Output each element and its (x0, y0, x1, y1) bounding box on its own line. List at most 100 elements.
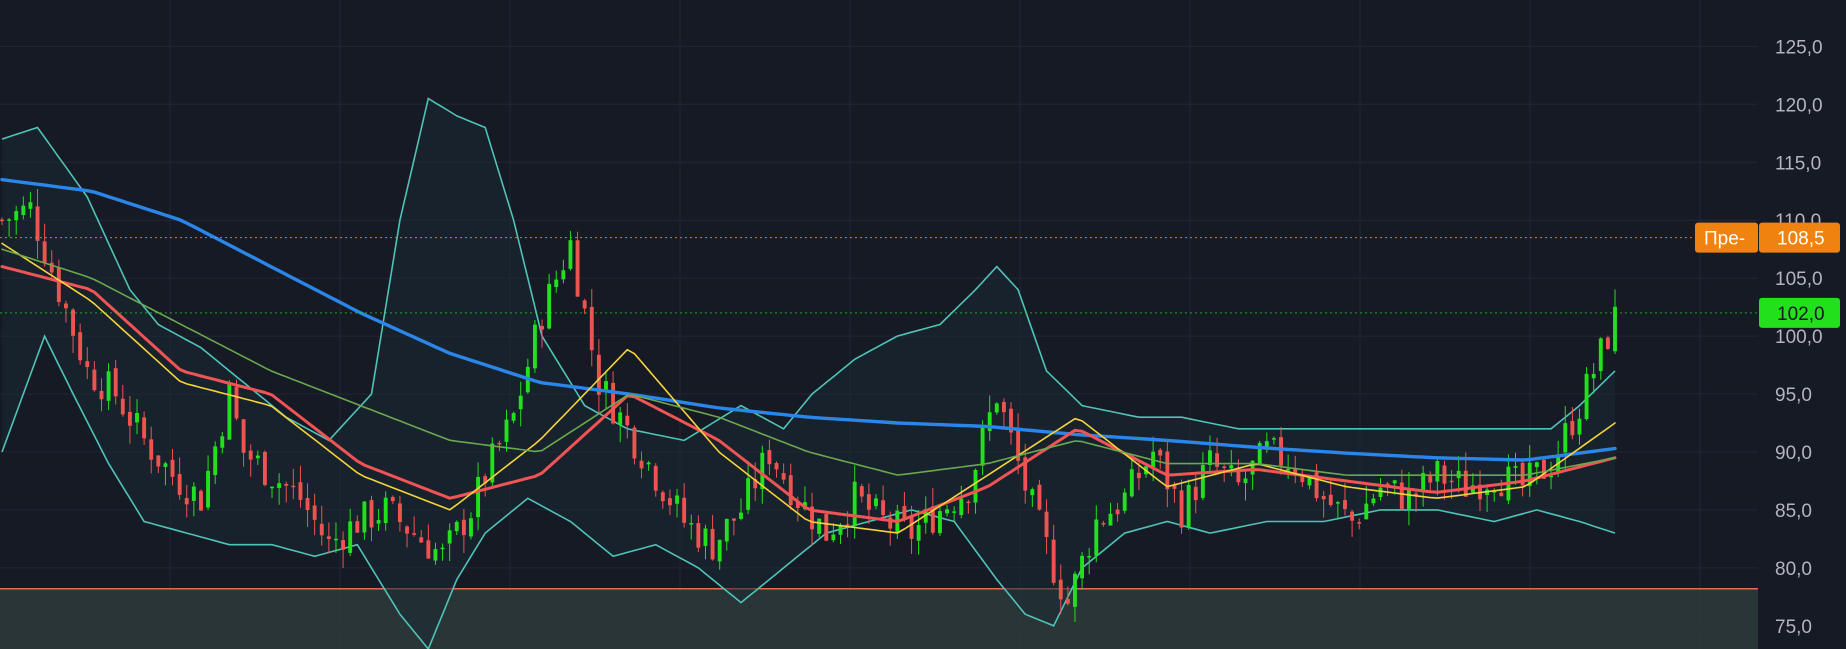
candle-body (1343, 500, 1347, 510)
candle-body (262, 451, 267, 486)
candle-body (85, 361, 90, 368)
candle-body (298, 482, 303, 500)
candle-body (1250, 460, 1255, 475)
candle-body (113, 368, 118, 397)
candle-body (1328, 494, 1333, 505)
candle-body (1136, 472, 1141, 479)
candle-body (1080, 555, 1085, 579)
candle-body (618, 412, 623, 425)
candle-body (71, 309, 76, 336)
last-price-tag-value: 102,0 (1777, 304, 1825, 325)
candle-body (781, 473, 786, 480)
candle-body (390, 497, 395, 502)
candle-body (419, 537, 424, 543)
candle-body (412, 533, 417, 535)
candle-body (28, 202, 33, 209)
candle-body (746, 478, 751, 510)
candle-body (14, 211, 19, 221)
candle-body (532, 324, 537, 369)
candle-body (1243, 478, 1248, 484)
candle-body (405, 526, 409, 534)
candle-body (191, 486, 196, 501)
candle-body (497, 442, 502, 445)
candle-body (504, 419, 509, 442)
candle-body (1058, 579, 1063, 600)
candle-body (199, 490, 203, 511)
candle-body (376, 520, 381, 524)
candle-body (1399, 482, 1404, 509)
candle-body (554, 279, 559, 288)
candle-body (305, 498, 310, 511)
candle-body (575, 240, 580, 297)
candle-body (99, 390, 104, 400)
candle-body (980, 427, 985, 466)
chart-canvas[interactable]: 125,0120,0115,0110,0105,0100,095,090,085… (0, 0, 1846, 649)
prev-close-tag-label: Пре- (1704, 229, 1745, 250)
candle-body (1200, 465, 1205, 498)
price-tick-label: 105,0 (1775, 269, 1823, 290)
candle-body (397, 503, 402, 523)
candle-body (270, 486, 274, 489)
candle-body (64, 303, 68, 309)
candle-body (177, 474, 182, 495)
candle-body (312, 505, 317, 520)
candle (1257, 440, 1262, 464)
candle-body (447, 530, 452, 544)
candle-body (909, 516, 914, 539)
candle-body (1215, 453, 1220, 467)
candle-body (540, 325, 544, 330)
candle-body (660, 492, 665, 502)
candle-body (1286, 468, 1291, 471)
candle (1584, 367, 1589, 421)
candle-body (56, 267, 61, 302)
candle-body (1129, 469, 1134, 497)
support-zone (0, 587, 1758, 649)
candle-body (824, 514, 829, 541)
candle-body (241, 419, 246, 453)
candle-body (639, 460, 644, 469)
candle-body (788, 475, 793, 506)
candle-body (994, 403, 999, 413)
price-tick-label: 95,0 (1775, 385, 1812, 406)
candle-body (461, 519, 466, 536)
candle-body (234, 387, 239, 419)
candle-body (1122, 492, 1127, 511)
candle-body (1108, 513, 1113, 526)
candle-body (1115, 509, 1120, 515)
candle-body (682, 497, 687, 523)
price-tick-label: 120,0 (1775, 95, 1823, 116)
candle-body (1335, 502, 1340, 504)
candle-body (1165, 451, 1170, 490)
candle-body (845, 524, 850, 526)
candle-body (440, 547, 445, 550)
candle-body (1364, 503, 1369, 520)
candle-body (383, 497, 388, 524)
candle-body (689, 523, 694, 525)
candle-body (710, 528, 715, 560)
candle-body (362, 501, 367, 533)
candle-body (703, 528, 708, 546)
candle-body (1279, 437, 1283, 466)
candle-body (1229, 465, 1234, 469)
candle-body (1094, 519, 1099, 556)
candle-body (163, 463, 168, 467)
candle-body (135, 412, 139, 423)
price-tick-label: 75,0 (1775, 617, 1812, 638)
candle-body (916, 525, 921, 541)
candle-body (852, 481, 857, 527)
candle-body (717, 539, 722, 562)
candle-body (348, 521, 353, 553)
candle (262, 450, 267, 487)
candle-body (227, 383, 232, 440)
candle-body (1449, 480, 1454, 483)
price-tick-label: 115,0 (1775, 153, 1821, 174)
candle-body (1513, 466, 1518, 468)
candle-body (675, 495, 679, 504)
price-chart[interactable]: 125,0 120,0 115,0 110,0 105,0 100,0 95,0 90,0 85… (0, 0, 1846, 649)
candle-body (774, 463, 779, 470)
candle-body (1101, 522, 1106, 525)
price-tick-label: 90,0 (1775, 443, 1812, 464)
candle-body (1321, 496, 1326, 500)
candle-body (334, 538, 338, 541)
candle-body (902, 506, 907, 519)
